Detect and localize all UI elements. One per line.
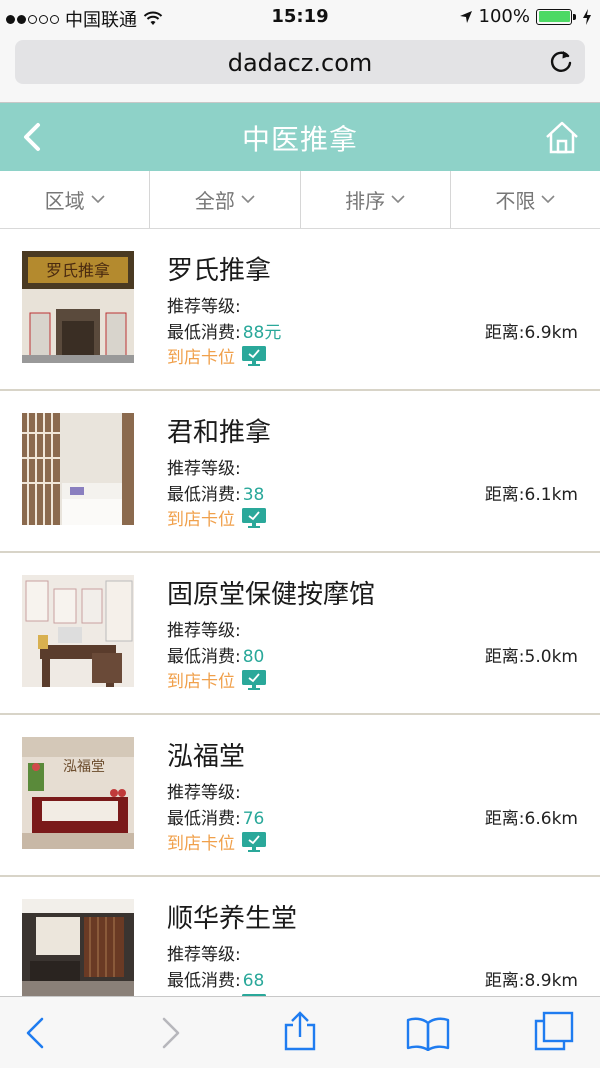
- filter-limit[interactable]: 不限: [451, 171, 600, 228]
- price-row: 最低消费: 80: [167, 642, 264, 667]
- address-bar[interactable]: dadacz.com: [15, 40, 585, 84]
- filter-bar: 区域 全部 排序 不限: [0, 171, 600, 229]
- browser-chrome: dadacz.com: [0, 34, 600, 103]
- distance: 距离:6.6km: [485, 804, 578, 829]
- location-arrow-icon: [459, 10, 472, 23]
- filter-region[interactable]: 区域: [0, 171, 151, 228]
- shop-name[interactable]: 顺华养生堂: [167, 898, 297, 935]
- booking-label: 到店卡位: [167, 348, 235, 368]
- filter-label: 不限: [495, 189, 536, 213]
- filter-label: 排序: [345, 189, 386, 213]
- price-label: 最低消费:: [167, 971, 241, 991]
- price-value: 88元: [242, 323, 282, 343]
- screen-icon: [242, 669, 266, 690]
- rank-label: 推荐等级:: [167, 459, 241, 479]
- distance: 距离:5.0km: [485, 642, 578, 667]
- shop-photo[interactable]: [22, 575, 134, 687]
- page-title: 中医推拿: [241, 123, 358, 156]
- price-row: 最低消费: 76: [167, 804, 264, 829]
- price-label: 最低消费:: [167, 809, 241, 829]
- distance-value: 6.9km: [524, 323, 578, 343]
- distance: 距离:6.9km: [485, 318, 578, 343]
- distance-value: 5.0km: [524, 647, 578, 667]
- bookmarks-icon[interactable]: [406, 1015, 450, 1051]
- shop-photo[interactable]: [22, 413, 134, 525]
- app-header: 中医推拿: [0, 103, 600, 171]
- shop-sign-text: 罗氏推拿: [46, 261, 110, 280]
- price-label: 最低消费:: [167, 323, 241, 343]
- battery-percent: 100%: [478, 6, 530, 27]
- address-url[interactable]: dadacz.com: [15, 49, 585, 77]
- distance: 距离:8.9km: [485, 966, 578, 991]
- shop-photo[interactable]: [22, 899, 134, 996]
- distance-value: 6.1km: [524, 485, 578, 505]
- booking-link[interactable]: 到店卡位: [167, 829, 267, 854]
- booking-label: 到店卡位: [167, 834, 235, 854]
- shop-photo[interactable]: 泓福堂: [22, 737, 134, 849]
- reload-icon[interactable]: [547, 48, 575, 76]
- browser-toolbar: [0, 996, 600, 1068]
- distance-label: 距离:: [484, 323, 525, 343]
- shop-name[interactable]: 固原堂保健按摩馆: [167, 574, 375, 611]
- filter-category[interactable]: 全部: [150, 171, 301, 228]
- shop-list: 罗氏推拿 罗氏推拿 推荐等级: 最低消费: 88元 到店卡位 距离:6.9km …: [0, 229, 600, 996]
- status-bar: 中国联通 15:19 100%: [0, 0, 600, 34]
- shop-name[interactable]: 泓福堂: [167, 736, 245, 773]
- price-label: 最低消费:: [167, 485, 241, 505]
- chevron-down-icon: [91, 195, 105, 204]
- booking-label: 到店卡位: [167, 672, 235, 692]
- status-right: 100%: [459, 6, 592, 27]
- rank-label: 推荐等级:: [167, 945, 241, 965]
- filter-label: 全部: [194, 189, 235, 213]
- rank-label: 推荐等级:: [167, 297, 241, 317]
- price-value: 68: [242, 971, 265, 991]
- shop-name[interactable]: 君和推拿: [167, 412, 271, 449]
- price-row: 最低消费: 38: [167, 480, 264, 505]
- screen-icon: [242, 831, 266, 852]
- distance-label: 距离:: [484, 485, 525, 505]
- list-item[interactable]: 固原堂保健按摩馆 推荐等级: 最低消费: 80 到店卡位 距离:5.0km: [0, 553, 600, 715]
- tabs-icon[interactable]: [534, 1011, 574, 1051]
- chevron-down-icon: [241, 195, 255, 204]
- filter-label: 区域: [44, 189, 85, 213]
- distance: 距离:6.1km: [485, 480, 578, 505]
- price-row: 最低消费: 88元: [167, 318, 281, 343]
- chevron-down-icon: [541, 195, 555, 204]
- shop-sign-text: 泓福堂: [63, 759, 105, 775]
- distance-label: 距离:: [484, 647, 525, 667]
- shop-photo[interactable]: 罗氏推拿: [22, 251, 134, 363]
- charging-bolt-icon: [583, 8, 591, 25]
- browser-back-icon[interactable]: [18, 1015, 58, 1051]
- rank-label: 推荐等级:: [167, 621, 241, 641]
- filter-sort[interactable]: 排序: [301, 171, 451, 228]
- list-item[interactable]: 顺华养生堂 推荐等级: 最低消费:68 到店卡位 距离:8.9km: [0, 877, 600, 996]
- distance-label: 距离:: [484, 971, 525, 991]
- screen-icon: [242, 345, 266, 366]
- chevron-down-icon: [391, 195, 405, 204]
- price-value: 80: [242, 647, 265, 667]
- price-value: 76: [242, 809, 265, 829]
- list-item[interactable]: 泓福堂 泓福堂 推荐等级: 最低消费: 76 到店卡位 距离:6.6km: [0, 715, 600, 877]
- booking-link[interactable]: 到店卡位: [167, 343, 267, 368]
- home-icon[interactable]: [544, 119, 580, 155]
- page: 中国联通 15:19 100% dadacz.com 中医推拿 区域 全部 排序…: [0, 0, 600, 1068]
- rank-label: 推荐等级:: [167, 783, 241, 803]
- browser-forward-icon[interactable]: [150, 1015, 190, 1051]
- list-item[interactable]: 君和推拿 推荐等级: 最低消费: 38 到店卡位 距离:6.1km: [0, 391, 600, 553]
- list-item[interactable]: 罗氏推拿 罗氏推拿 推荐等级: 最低消费: 88元 到店卡位 距离:6.9km: [0, 229, 600, 391]
- battery-icon: [536, 8, 576, 25]
- share-icon[interactable]: [280, 1011, 320, 1051]
- distance-label: 距离:: [484, 809, 525, 829]
- distance-value: 8.9km: [524, 971, 578, 991]
- booking-link[interactable]: 到店卡位: [167, 505, 267, 530]
- screen-icon: [242, 507, 266, 528]
- price-row: 最低消费: 68: [167, 966, 264, 991]
- price-label: 最低消费:: [167, 647, 241, 667]
- shop-name[interactable]: 罗氏推拿: [167, 250, 271, 287]
- distance-value: 6.6km: [524, 809, 578, 829]
- booking-label: 到店卡位: [167, 510, 235, 530]
- price-value: 38: [242, 485, 265, 505]
- booking-link[interactable]: 到店卡位: [167, 667, 267, 692]
